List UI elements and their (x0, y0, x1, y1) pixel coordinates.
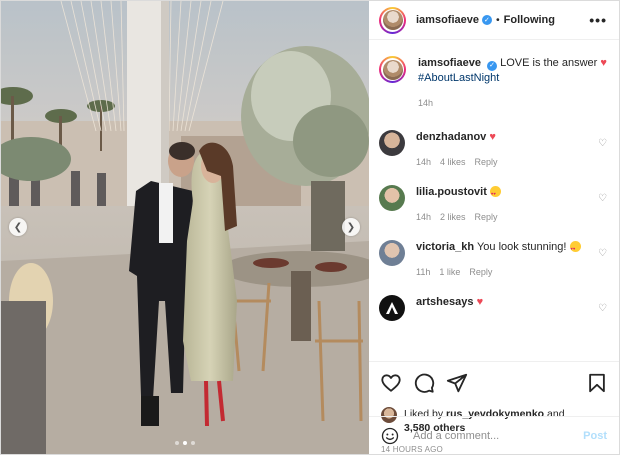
comment-username[interactable]: artshesays (416, 296, 474, 308)
carousel-prev-button[interactable]: ❮ (9, 218, 27, 236)
like-comment-heart-icon[interactable]: ♡ (598, 138, 607, 149)
carousel-dot-active (183, 441, 187, 445)
carousel-next-button[interactable]: ❯ (342, 218, 360, 236)
comment-likes-count[interactable]: 2 likes (440, 210, 466, 224)
caption-username[interactable]: iamsofiaeve (418, 57, 481, 69)
add-comment-bar: Add a comment... Post (369, 416, 619, 454)
following-button[interactable]: Following (504, 14, 555, 26)
bookmark-icon[interactable] (586, 372, 608, 394)
more-options-icon[interactable]: ••• (589, 12, 607, 28)
photo-scene (1, 1, 369, 454)
heart-icon[interactable] (380, 372, 402, 394)
comment-age: 11h (416, 267, 431, 277)
comment-item: artshesays ♥ ♡ (379, 295, 609, 321)
comment-likes-count[interactable]: 4 likes (440, 155, 466, 169)
commenter-avatar[interactable] (379, 295, 405, 321)
heart-eyes-emoji-icon (569, 241, 581, 256)
comment-username[interactable]: victoria_kh (416, 241, 474, 253)
instagram-post: ❮ ❯ iamsofiaeve ✓ • Following ••• iamsof… (0, 0, 620, 455)
artshesays-logo-icon (386, 302, 398, 314)
commenter-avatar[interactable] (379, 130, 405, 156)
header-separator: • (495, 14, 500, 26)
carousel-dot (175, 441, 179, 445)
red-heart-emoji-icon: ♥ (600, 57, 607, 69)
carousel-dots (1, 441, 369, 445)
comment-item: denzhadanov ♥ 14h 4 likes Reply ♡ (379, 130, 609, 169)
comment-item: victoria_kh You look stunning! 11h 1 lik… (379, 240, 609, 279)
comment-reply-button[interactable]: Reply (469, 265, 492, 279)
caption-avatar[interactable] (379, 56, 406, 83)
comment-age: 14h (416, 212, 432, 222)
comment-age: 14h (416, 157, 432, 167)
caption-hashtag-link[interactable]: #AboutLastNight (418, 71, 607, 85)
caption-text: LOVE is the answer (500, 57, 598, 69)
comment-item: lilia.poustovit 14h 2 likes Reply ♡ (379, 185, 609, 224)
like-comment-heart-icon[interactable]: ♡ (598, 193, 607, 204)
like-comment-heart-icon[interactable]: ♡ (598, 303, 607, 314)
comment-text: You look stunning! (476, 241, 567, 253)
post-header: iamsofiaeve ✓ • Following ••• (369, 1, 619, 40)
smiley-icon[interactable] (381, 427, 399, 445)
post-actions-bar (369, 361, 619, 403)
red-heart-emoji-icon: ♥ (489, 131, 496, 143)
author-username[interactable]: iamsofiaeve (416, 14, 479, 26)
commenter-avatar[interactable] (379, 185, 405, 211)
post-panel: iamsofiaeve ✓ • Following ••• iamsofiaev… (369, 1, 619, 454)
caption-age: 14h (418, 98, 434, 108)
comment-reply-button[interactable]: Reply (475, 155, 498, 169)
like-comment-heart-icon[interactable]: ♡ (598, 248, 607, 259)
comment-username[interactable]: lilia.poustovit (416, 186, 487, 198)
post-comment-button[interactable]: Post (583, 430, 607, 442)
commenter-avatar[interactable] (379, 240, 405, 266)
post-photo[interactable]: ❮ ❯ (1, 1, 369, 454)
comment-reply-button[interactable]: Reply (475, 210, 498, 224)
post-caption: iamsofiaeve ✓ LOVE is the answer ♥ #Abou… (379, 56, 609, 110)
red-heart-emoji-icon: ♥ (476, 296, 484, 308)
comment-icon[interactable] (413, 372, 435, 394)
verified-badge-icon: ✓ (481, 15, 492, 25)
carousel-dot (191, 441, 195, 445)
heart-eyes-emoji-icon (489, 186, 501, 201)
comment-username[interactable]: denzhadanov (416, 131, 486, 143)
verified-badge-icon: ✓ (487, 61, 498, 71)
comment-likes-count[interactable]: 1 like (439, 265, 460, 279)
author-avatar[interactable] (379, 6, 406, 34)
add-comment-input[interactable]: Add a comment... (413, 430, 583, 442)
share-icon[interactable] (446, 372, 468, 394)
comments-list[interactable]: iamsofiaeve ✓ LOVE is the answer ♥ #Abou… (369, 40, 619, 361)
